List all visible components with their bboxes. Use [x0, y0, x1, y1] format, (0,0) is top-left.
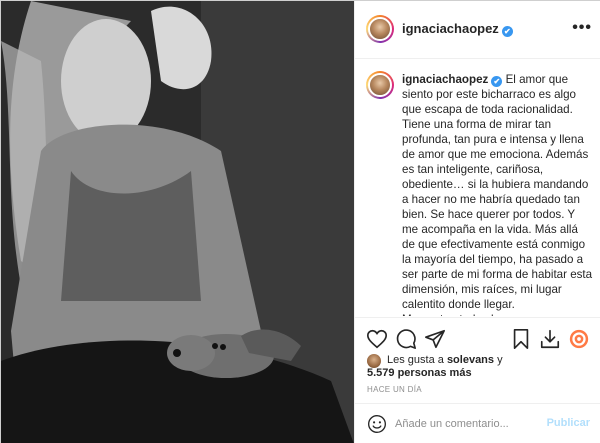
liker-avatar[interactable] [367, 354, 381, 368]
caption-body: El amor que siento por este bicharraco e… [402, 73, 593, 316]
emoji-icon[interactable] [367, 414, 387, 434]
caption-area[interactable]: ignaciachaopez ✔ El amor que siento por e… [355, 59, 600, 316]
caption-username[interactable]: ignaciachaopez ✔ [402, 73, 503, 87]
post-photo [1, 1, 354, 443]
post-caption: ignaciachaopez ✔ El amor que siento por e… [402, 72, 594, 316]
author-avatar[interactable] [366, 15, 394, 43]
likes-summary: Les gusta a solevans y 5.579 personas má… [355, 351, 600, 385]
author-username[interactable]: ignaciachaopez ✔ [402, 21, 513, 37]
verified-badge-icon: ✔ [501, 26, 513, 37]
publish-button[interactable]: Publicar [547, 417, 590, 429]
heart-icon[interactable] [366, 328, 388, 350]
comment-input[interactable] [395, 415, 535, 433]
caption-verified-badge-icon: ✔ [491, 76, 503, 87]
download-icon[interactable] [539, 328, 561, 350]
post-details-panel: ignaciachaopez ✔ ••• ignaciachaopez ✔ El a… [354, 1, 600, 443]
more-options-icon[interactable]: ••• [572, 19, 592, 37]
post-header: ignaciachaopez ✔ ••• [355, 1, 600, 59]
caption-author-avatar[interactable] [366, 71, 394, 99]
likes-text: Les gusta a solevans y [387, 354, 503, 366]
extension-icon[interactable] [568, 328, 590, 350]
bookmark-icon[interactable] [510, 328, 532, 350]
comment-icon[interactable] [395, 328, 417, 350]
post-timestamp[interactable]: HACE UN DÍA [367, 385, 422, 394]
photo-illustration [1, 1, 354, 443]
comment-bar: Publicar [355, 403, 600, 443]
likes-count[interactable]: 5.579 personas más [367, 367, 472, 379]
liker-username[interactable]: solevans [447, 354, 494, 366]
post-window: ignaciachaopez ✔ ••• ignaciachaopez ✔ El a… [0, 0, 600, 443]
share-icon[interactable] [424, 328, 446, 350]
